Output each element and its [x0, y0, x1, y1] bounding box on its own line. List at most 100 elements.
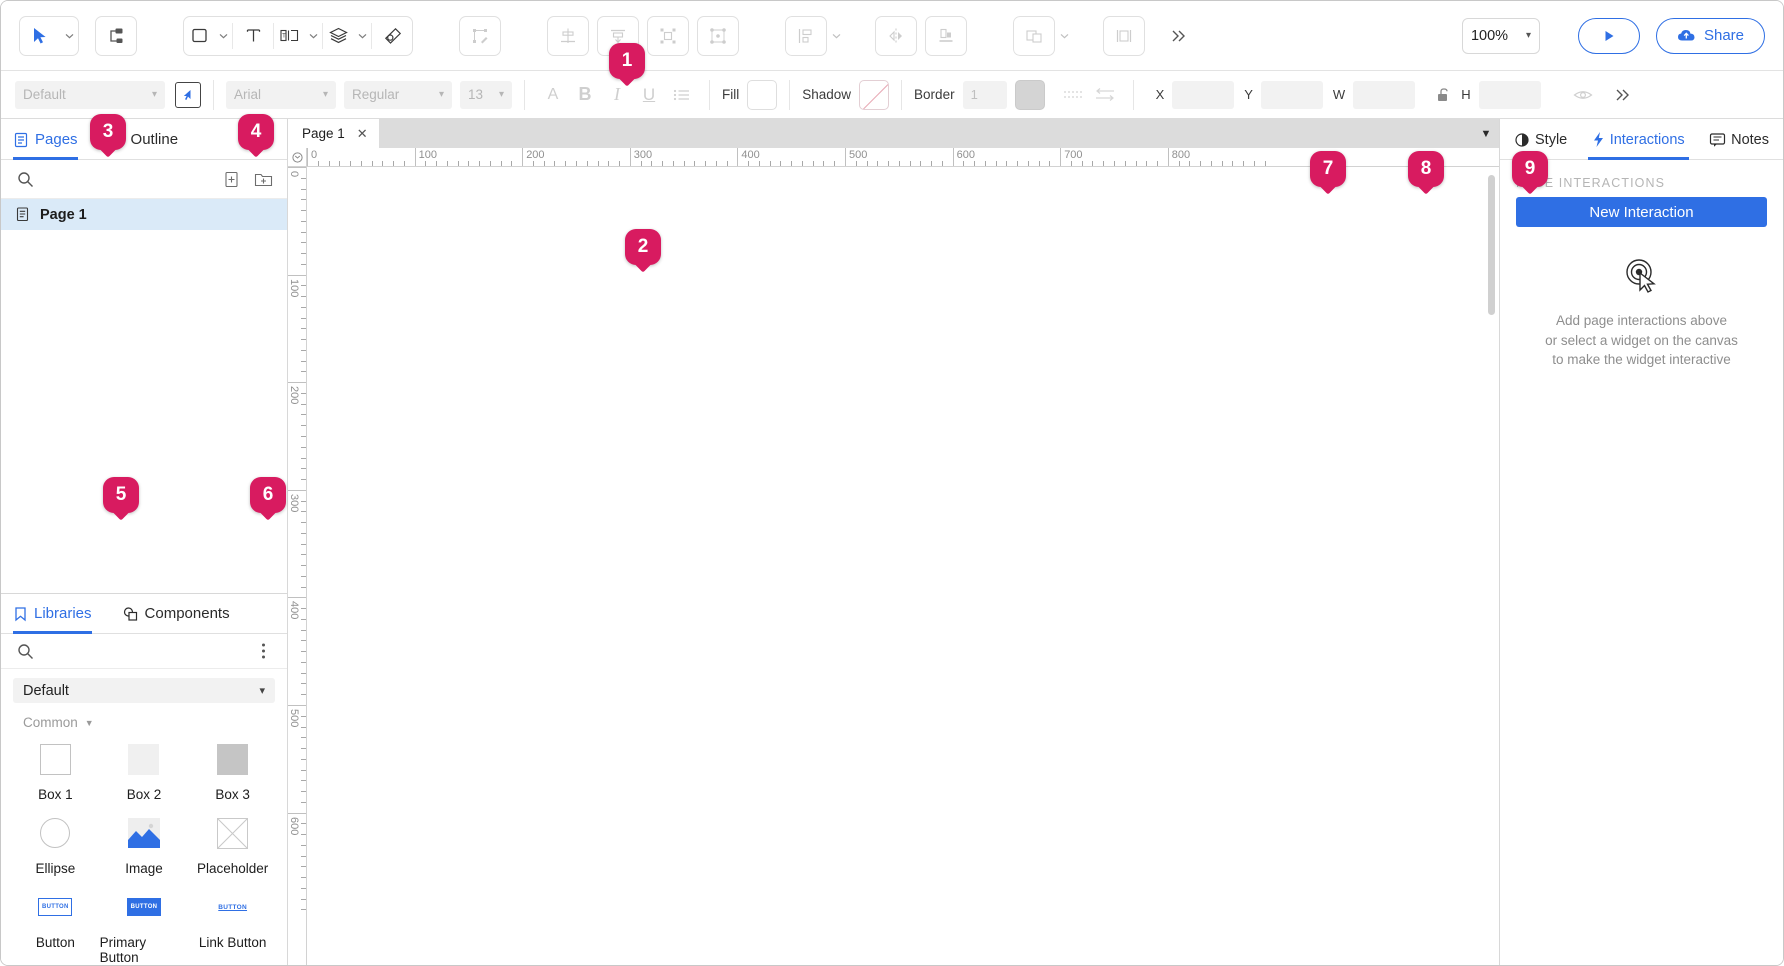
ruler-tick-minor: [301, 414, 306, 415]
widget-item[interactable]: Box 3: [188, 742, 277, 802]
fill-swatch[interactable]: [747, 80, 777, 110]
text-tool[interactable]: [233, 17, 273, 55]
widget-item[interactable]: BUTTON Link Button: [188, 890, 277, 965]
ruler-tick-minor: [301, 339, 306, 340]
new-interaction-button[interactable]: New Interaction: [1516, 197, 1767, 227]
border-width-input[interactable]: 1: [963, 81, 1007, 109]
widget-label: Primary Button: [100, 935, 189, 965]
distribute-dropdown[interactable]: [827, 17, 845, 55]
ruler-tick-minor: [301, 210, 306, 211]
library-group-header[interactable]: Common ▼: [23, 715, 287, 730]
edit-points-tool[interactable]: [459, 16, 501, 56]
layers-tool[interactable]: [323, 17, 353, 55]
widget-item[interactable]: BUTTON Button: [11, 890, 100, 965]
ruler-label: 400: [288, 601, 300, 619]
font-color-button[interactable]: A: [537, 80, 569, 110]
font-size-select[interactable]: 13 ▾: [460, 81, 512, 109]
pen-tool[interactable]: [372, 17, 412, 55]
tab-libraries[interactable]: Libraries: [13, 594, 92, 633]
arrange-dropdown[interactable]: [1055, 17, 1073, 55]
distribute-tool[interactable]: [785, 16, 827, 56]
canvas-wrapper: 0100200300400500600700800 01002003004005…: [288, 148, 1499, 965]
zoom-select[interactable]: 100% ▾: [1462, 18, 1540, 54]
x-input[interactable]: [1172, 81, 1234, 109]
target-click-icon: [1620, 255, 1664, 295]
ruler-tick-minor: [1157, 161, 1158, 166]
distribute-horizontal-tool[interactable]: [1103, 16, 1145, 56]
ruler-tick-minor: [576, 161, 577, 166]
ruler-tick-minor: [554, 161, 555, 166]
dynamic-panel-tool[interactable]: T: [274, 17, 304, 55]
dynamic-panel-dropdown[interactable]: [304, 17, 322, 55]
shadow-swatch[interactable]: [859, 80, 889, 110]
ruler-tick-minor: [877, 161, 878, 166]
drawing-tools-group: T: [183, 16, 413, 56]
h-input[interactable]: [1479, 81, 1541, 109]
library-search-button[interactable]: [13, 639, 37, 663]
arrow-style-button[interactable]: [1089, 80, 1121, 110]
widget-item[interactable]: Ellipse: [11, 816, 100, 876]
y-label: Y: [1244, 87, 1253, 102]
ruler-tick-minor: [301, 361, 306, 362]
widget-item[interactable]: Image: [100, 816, 189, 876]
underline-button[interactable]: U: [633, 80, 665, 110]
toolbar-overflow[interactable]: [1159, 17, 1199, 55]
select-tool-dropdown[interactable]: [60, 17, 78, 55]
border-style-button[interactable]: [1057, 80, 1089, 110]
widget-item[interactable]: Box 1: [11, 742, 100, 802]
group-tool[interactable]: [647, 16, 689, 56]
add-page-button[interactable]: [219, 167, 243, 191]
align-left-tool[interactable]: [547, 16, 589, 56]
x-label: X: [1156, 87, 1165, 102]
flip-vertical-icon: [936, 26, 956, 46]
visibility-button[interactable]: [1567, 80, 1599, 110]
share-button[interactable]: Share: [1656, 18, 1765, 54]
y-input[interactable]: [1261, 81, 1323, 109]
tab-components[interactable]: Components: [122, 594, 230, 633]
style-select[interactable]: Default ▾: [15, 81, 165, 109]
connector-tool[interactable]: [95, 16, 137, 56]
ruler-tick-minor: [301, 404, 306, 405]
style-picker-button[interactable]: [175, 82, 201, 108]
library-select[interactable]: Default ▾: [13, 678, 275, 703]
annotation-badge-6: 6: [250, 477, 286, 513]
tab-pages[interactable]: Pages: [13, 120, 78, 159]
tab-notes[interactable]: Notes: [1709, 120, 1769, 159]
canvas-tab-page1[interactable]: Page 1 ✕: [288, 119, 379, 148]
add-folder-button[interactable]: [251, 167, 275, 191]
font-weight-select[interactable]: Regular ▾: [344, 81, 452, 109]
w-input[interactable]: [1353, 81, 1415, 109]
style-select-value: Default: [23, 87, 66, 102]
format-overflow-button[interactable]: [1607, 80, 1639, 110]
ruler-tick: [288, 490, 306, 491]
annotation-badge-2: 2: [625, 229, 661, 265]
canvas-vertical-scrollbar[interactable]: [1488, 175, 1495, 315]
close-icon[interactable]: ✕: [357, 126, 368, 142]
canvas-tab-overflow[interactable]: ▼: [1473, 119, 1499, 148]
select-tool[interactable]: [20, 17, 60, 55]
bullet-list-button[interactable]: [665, 80, 697, 110]
library-more-button[interactable]: [251, 639, 275, 663]
shape-tool-dropdown[interactable]: [214, 17, 232, 55]
pages-search-button[interactable]: [13, 167, 37, 191]
widget-item[interactable]: BUTTON Primary Button: [100, 890, 189, 965]
ruler-tick-minor: [301, 425, 306, 426]
border-color-swatch[interactable]: [1015, 80, 1045, 110]
arrange-tool[interactable]: [1013, 16, 1055, 56]
widget-item[interactable]: Box 2: [100, 742, 189, 802]
vertical-ruler[interactable]: 0100200300400500600: [288, 167, 307, 965]
design-canvas[interactable]: [307, 167, 1499, 965]
page-list-item[interactable]: Page 1: [1, 199, 287, 230]
ruler-origin-button[interactable]: [288, 148, 307, 167]
bold-button[interactable]: B: [569, 80, 601, 110]
layers-tool-dropdown[interactable]: [353, 17, 371, 55]
tab-interactions[interactable]: Interactions: [1592, 120, 1685, 159]
flip-horizontal-tool[interactable]: [875, 16, 917, 56]
ungroup-tool[interactable]: [697, 16, 739, 56]
flip-vertical-tool[interactable]: [925, 16, 967, 56]
preview-button[interactable]: [1578, 18, 1640, 54]
shape-tool[interactable]: [184, 17, 214, 55]
lock-aspect-button[interactable]: [1427, 80, 1459, 110]
font-family-select[interactable]: Arial ▾: [226, 81, 336, 109]
widget-item[interactable]: Placeholder: [188, 816, 277, 876]
